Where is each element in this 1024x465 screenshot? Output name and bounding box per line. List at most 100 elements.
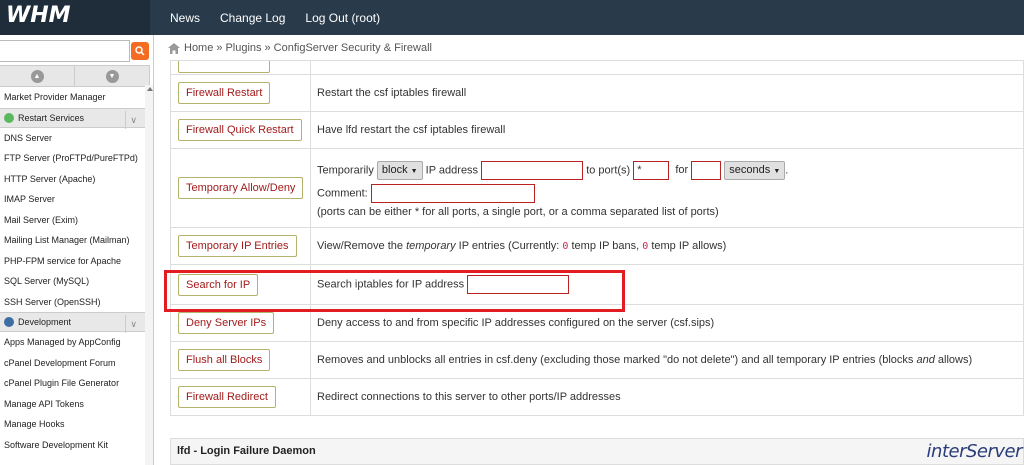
- sidebar-collapse-controls: ▲ ▼: [0, 65, 150, 87]
- temp-bans-count: 0: [562, 241, 569, 252]
- top-bar: WHM News Change Log Log Out (root): [0, 0, 1024, 35]
- sidebar-item[interactable]: Mail Server (Exim): [0, 210, 145, 231]
- sidebar-item[interactable]: Market Provider Manager: [0, 87, 145, 108]
- table-row: Temporary IP Entries View/Remove the tem…: [170, 227, 1024, 265]
- comment-label: Comment:: [317, 186, 368, 199]
- form-text: Temporarily: [317, 163, 374, 176]
- dropdown-arrow-icon: ▼: [410, 167, 418, 175]
- deny-server-ips-button[interactable]: Deny Server IPs: [178, 312, 275, 334]
- sidebar-search-input[interactable]: [0, 40, 130, 62]
- table-row: Firewall Restart Restart the csf iptable…: [170, 74, 1024, 112]
- row-description: Deny access to and from specific IP addr…: [310, 304, 1024, 342]
- actions-table: Firewall Restart Restart the csf iptable…: [170, 60, 1024, 416]
- chevron-down-icon: ▼: [105, 69, 119, 83]
- firewall-redirect-button[interactable]: Firewall Redirect: [178, 386, 276, 408]
- sidebar-category-development[interactable]: Development ∨: [0, 312, 145, 333]
- comment-row: Comment:: [317, 183, 1017, 203]
- sidebar-item[interactable]: IMAP Server: [0, 189, 145, 210]
- sidebar-item[interactable]: Manage Hooks: [0, 414, 145, 435]
- collapse-down-button[interactable]: ▼: [75, 66, 150, 86]
- sidebar-item[interactable]: Mailing List Manager (Mailman): [0, 230, 145, 251]
- sidebar-search: [0, 40, 150, 62]
- ip-address-input[interactable]: [481, 160, 584, 180]
- sidebar: ▲ ▼ Market Provider Manager Restart Servi…: [0, 35, 154, 465]
- sidebar-scrollbar[interactable]: [145, 85, 153, 465]
- top-nav: News Change Log Log Out (root): [160, 0, 390, 35]
- ports-input[interactable]: *: [633, 160, 670, 180]
- row-description: Restart the csf iptables firewall: [310, 74, 1024, 112]
- partial-button[interactable]: [178, 61, 270, 73]
- sidebar-item[interactable]: cPanel Plugin File Generator: [0, 373, 145, 394]
- form-text: to port(s): [586, 163, 631, 176]
- form-text: .: [785, 163, 789, 176]
- lfd-section-header: lfd - Login Failure Daemon: [170, 438, 1024, 465]
- table-row: Firewall Quick Restart Have lfd restart …: [170, 111, 1024, 149]
- firewall-restart-button[interactable]: Firewall Restart: [178, 82, 271, 104]
- sidebar-category-restart-services[interactable]: Restart Services ∨: [0, 107, 145, 129]
- chevron-up-icon: ▲: [30, 69, 44, 83]
- search-icon[interactable]: [131, 42, 149, 60]
- sidebar-item[interactable]: Software Development Kit: [0, 435, 145, 456]
- home-icon: [168, 42, 180, 54]
- csf-actions: Firewall Restart Restart the csf iptable…: [170, 60, 1024, 416]
- unit-select-value: seconds: [729, 163, 771, 176]
- dropdown-arrow-icon: ▼: [773, 167, 781, 175]
- duration-unit-select[interactable]: seconds ▼: [724, 160, 786, 180]
- breadcrumb-separator: »: [216, 42, 223, 54]
- sidebar-item[interactable]: SSH Server (OpenSSH): [0, 292, 145, 313]
- table-row: Temporary Allow/Deny Temporarily block ▼…: [170, 148, 1024, 228]
- table-row: Flush all Blocks Removes and unblocks al…: [170, 341, 1024, 379]
- row-description: Redirect connections to this server to o…: [310, 378, 1024, 416]
- comment-input[interactable]: [370, 183, 535, 203]
- action-select-value: block: [381, 163, 408, 176]
- nav-news[interactable]: News: [170, 11, 200, 25]
- row-description: Removes and unblocks all entries in csf.…: [310, 341, 1024, 379]
- temporary-ip-entries-button[interactable]: Temporary IP Entries: [178, 235, 297, 257]
- temp-allows-count: 0: [642, 241, 649, 252]
- table-row: Deny Server IPs Deny access to and from …: [170, 304, 1024, 342]
- flush-all-blocks-button[interactable]: Flush all Blocks: [178, 349, 271, 371]
- scroll-up-arrow-icon[interactable]: [147, 87, 153, 91]
- search-ip-input[interactable]: [467, 275, 570, 294]
- breadcrumb-home[interactable]: Home: [184, 42, 213, 54]
- table-row: Firewall Redirect Redirect connections t…: [170, 378, 1024, 416]
- sidebar-item[interactable]: FTP Server (ProFTPd/PureFTPd): [0, 148, 145, 169]
- temp-allow-deny-form: Temporarily block ▼ IP address to port(s…: [317, 160, 1017, 180]
- category-icon: [4, 317, 14, 327]
- chevron-down-icon[interactable]: ∨: [125, 110, 137, 129]
- sidebar-item[interactable]: DNS Server: [0, 128, 145, 149]
- sidebar-list: Market Provider Manager Restart Services ∨…: [0, 87, 145, 455]
- action-select[interactable]: block ▼: [376, 160, 423, 180]
- sidebar-category-label: Development: [18, 317, 72, 327]
- sidebar-item[interactable]: Manage API Tokens: [0, 394, 145, 415]
- nav-change-log[interactable]: Change Log: [220, 11, 285, 25]
- row-description: View/Remove the temporary IP entries (Cu…: [310, 227, 1024, 265]
- sidebar-item[interactable]: HTTP Server (Apache): [0, 169, 145, 190]
- row-description: Have lfd restart the csf iptables firewa…: [310, 111, 1024, 149]
- nav-logout[interactable]: Log Out (root): [305, 11, 380, 25]
- sidebar-item[interactable]: SQL Server (MySQL): [0, 271, 145, 292]
- sidebar-item[interactable]: cPanel Development Forum: [0, 353, 145, 374]
- sidebar-item[interactable]: Apps Managed by AppConfig: [0, 332, 145, 353]
- collapse-up-button[interactable]: ▲: [0, 66, 75, 86]
- breadcrumb-current: ConfigServer Security & Firewall: [273, 42, 433, 54]
- temporary-allow-deny-button[interactable]: Temporary Allow/Deny: [178, 177, 304, 199]
- breadcrumb-plugins[interactable]: Plugins: [225, 42, 261, 54]
- interserver-logo: interServer: [926, 441, 1023, 462]
- form-text: for: [675, 163, 689, 176]
- ports-note: (ports can be either * for all ports, a …: [317, 205, 719, 218]
- sidebar-item[interactable]: PHP-FPM service for Apache: [0, 251, 145, 272]
- chevron-down-icon[interactable]: ∨: [125, 315, 137, 333]
- firewall-quick-restart-button[interactable]: Firewall Quick Restart: [178, 119, 302, 141]
- whm-logo[interactable]: WHM: [0, 0, 150, 35]
- duration-input[interactable]: [691, 160, 722, 180]
- category-icon: [4, 112, 14, 123]
- sidebar-category-label: Restart Services: [18, 112, 85, 123]
- table-row: Search for IP Search iptables for IP add…: [170, 264, 1024, 305]
- table-row: [170, 60, 1024, 75]
- breadcrumb-separator: »: [264, 42, 271, 54]
- form-text: IP address: [425, 163, 479, 176]
- search-for-ip-button[interactable]: Search for IP: [178, 273, 259, 296]
- breadcrumb: Home » Plugins » ConfigServer Security &…: [168, 42, 432, 54]
- row-description: Search iptables for IP address: [317, 278, 465, 291]
